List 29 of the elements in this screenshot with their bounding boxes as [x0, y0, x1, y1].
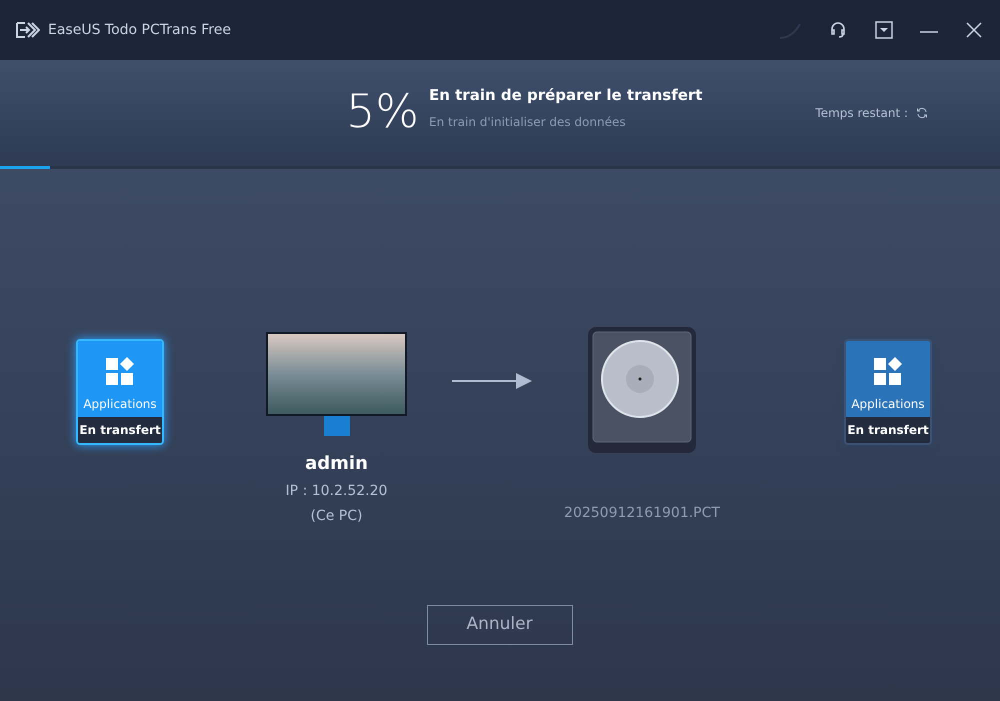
refresh-icon [916, 107, 928, 119]
pc-note: (Ce PC) [310, 507, 362, 526]
card-status: En transfert [79, 422, 161, 439]
dropdown-button[interactable] [874, 20, 894, 40]
pc-ip: IP : 10.2.52.20 [286, 482, 388, 501]
card-label: Applications [851, 396, 925, 413]
file-name: 20250912161901.PCT [564, 504, 720, 523]
cancel-button[interactable]: Annuler [426, 605, 572, 645]
time-remaining-label: Temps restant : [815, 105, 908, 122]
apps-icon [105, 357, 135, 387]
logo-icon [16, 22, 40, 38]
disk-drive-icon [588, 327, 696, 453]
card-status: En transfert [847, 422, 929, 439]
card-label: Applications [83, 396, 157, 413]
progress-percent: 5% [346, 88, 419, 134]
arrow-icon [452, 371, 532, 391]
dropdown-icon [874, 20, 894, 40]
applications-card[interactable]: Applications En transfert [76, 339, 164, 445]
progress-subtitle: En train d'initialiser des données [428, 114, 627, 131]
support-button[interactable] [828, 20, 848, 40]
close-button[interactable] [964, 20, 984, 40]
apps-icon [873, 357, 903, 387]
pc-name: admin [305, 452, 368, 476]
applications-card[interactable]: Applications En transfert [844, 339, 932, 445]
progress-title: En train de préparer le transfert [428, 88, 702, 103]
minimize-icon [920, 31, 938, 33]
headset-icon [828, 20, 848, 40]
close-icon [964, 20, 984, 40]
window-title: EaseUS Todo PCTrans Free [48, 20, 231, 40]
